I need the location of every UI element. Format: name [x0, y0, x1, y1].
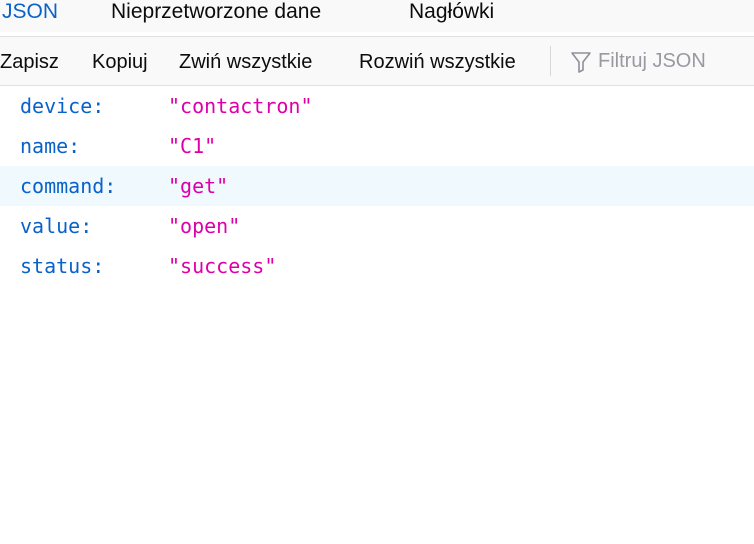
json-row[interactable]: name: "C1" — [0, 126, 754, 166]
funnel-icon — [570, 50, 592, 74]
toolbar-divider — [550, 46, 551, 76]
json-row[interactable]: value: "open" — [0, 206, 754, 246]
tab-json[interactable]: JSON — [2, 0, 58, 24]
json-row[interactable]: command: "get" — [0, 166, 754, 206]
json-viewer: device: "contactron" name: "C1" command:… — [0, 86, 754, 544]
collapse-all-button[interactable]: Zwiń wszystkie — [179, 50, 312, 74]
json-key: name: — [20, 134, 81, 158]
tab-bar: JSON Nieprzetworzone dane Nagłówki — [0, 0, 754, 32]
json-key: device: — [20, 94, 105, 118]
json-row[interactable]: device: "contactron" — [0, 86, 754, 126]
json-value: "success" — [168, 254, 277, 278]
json-value: "contactron" — [168, 94, 313, 118]
tab-raw-data[interactable]: Nieprzetworzone dane — [111, 0, 321, 24]
tab-headers[interactable]: Nagłówki — [409, 0, 494, 24]
json-key: value: — [20, 214, 93, 238]
json-value: "get" — [168, 174, 229, 198]
json-key: status: — [20, 254, 105, 278]
json-value: "C1" — [168, 134, 217, 158]
json-key: command: — [20, 174, 117, 198]
json-row[interactable]: status: "success" — [0, 246, 754, 286]
filter-json-input[interactable] — [598, 48, 748, 74]
save-button[interactable]: Zapisz — [0, 50, 59, 74]
expand-all-button[interactable]: Rozwiń wszystkie — [359, 50, 516, 74]
copy-button[interactable]: Kopiuj — [92, 50, 148, 74]
toolbar: Zapisz Kopiuj Zwiń wszystkie Rozwiń wszy… — [0, 37, 754, 85]
json-value: "open" — [168, 214, 241, 238]
